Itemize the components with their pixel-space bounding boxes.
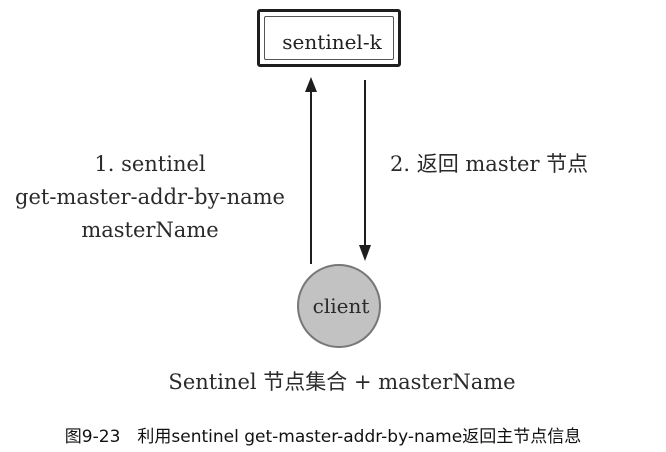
sentinel-node: sentinel-k <box>257 9 401 67</box>
request-arrowhead <box>305 77 317 92</box>
response-label: 2. 返回 master 节点 <box>390 152 589 176</box>
diagram-canvas: sentinel-k 1. sentinel get-master-addr-b… <box>0 0 666 452</box>
figure-caption: 图9-23 利用sentinel get-master-addr-by-name… <box>64 427 582 447</box>
request-label-line1: 1. sentinel <box>94 152 206 176</box>
response-arrowhead <box>359 245 371 261</box>
sentinel-node-label: sentinel-k <box>282 30 382 54</box>
request-label: 1. sentinel get-master-addr-by-name mast… <box>15 148 285 247</box>
request-label-line2: get-master-addr-by-name <box>15 185 285 209</box>
client-node-label: client <box>312 294 370 318</box>
request-label-line3: masterName <box>81 218 219 242</box>
client-node: client <box>297 264 381 348</box>
sentinel-set-note: Sentinel 节点集合 + masterName <box>168 370 516 394</box>
